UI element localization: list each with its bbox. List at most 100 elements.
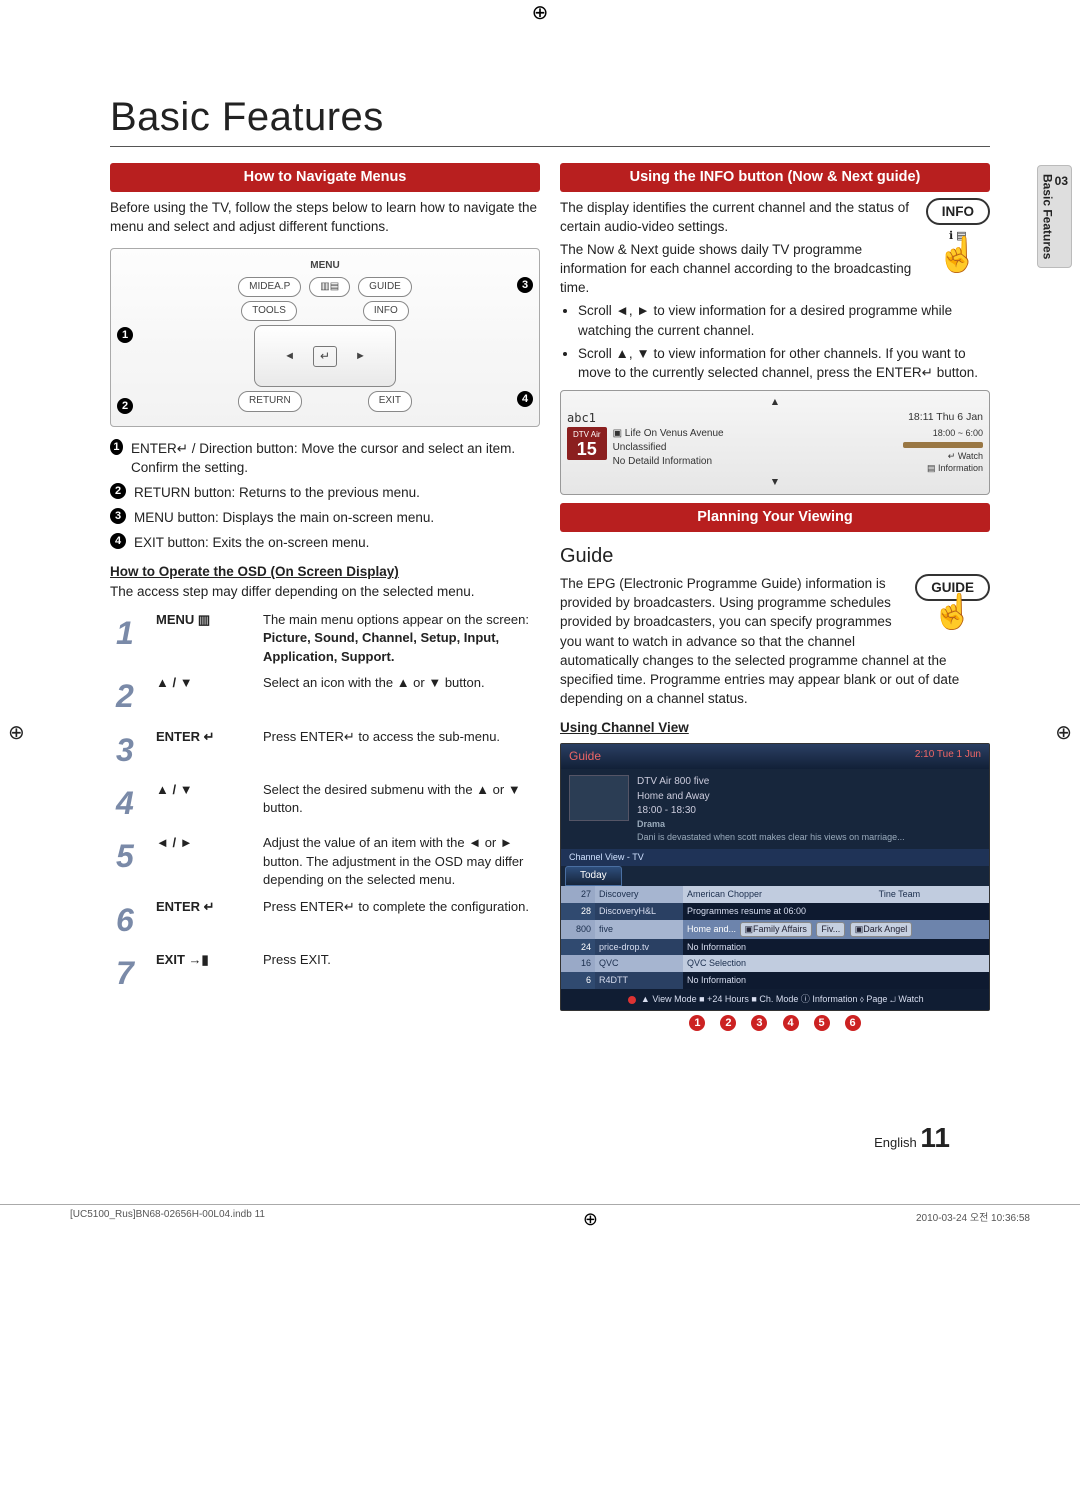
step-desc: Press EXIT. <box>257 947 540 1000</box>
dpad-left-icon: ◄ <box>284 349 295 365</box>
nn-prog-time: 18:00 ~ 6:00 <box>903 427 983 440</box>
epg-ch-num: 6 <box>561 972 595 989</box>
epg-legend: ▲ View Mode ■ +24 Hours ■ Ch. Mode ⓘ Inf… <box>561 989 989 1010</box>
crop-mark-bottom: ⊕ <box>583 1209 598 1230</box>
guide-heading: Guide <box>560 542 990 570</box>
side-tab: 03 Basic Features <box>1037 165 1072 268</box>
callout-num: 1 <box>110 439 123 455</box>
epg-ch-num: 28 <box>561 903 595 920</box>
step-label: ▲ / ▼ <box>150 670 257 723</box>
nav-intro: Before using the TV, follow the steps be… <box>110 198 540 236</box>
nn-channel-box: DTV Air 15 <box>567 427 607 460</box>
callout-text: EXIT button: Exits the on-screen menu. <box>134 533 369 552</box>
callout-text: RETURN button: Returns to the previous m… <box>134 483 420 502</box>
callout-text: MENU button: Displays the main on-screen… <box>134 508 434 527</box>
info-button-label: INFO <box>926 198 990 225</box>
nn-line1: Unclassified <box>613 441 903 455</box>
step-desc: Press ENTER↵ to complete the configurati… <box>257 894 540 947</box>
footer-lang: English <box>874 1135 917 1150</box>
nn-hint-info: ▤ Information <box>903 462 983 475</box>
nn-line2: No Detaild Information <box>613 455 903 469</box>
step-label: MENU ▥ <box>150 607 257 670</box>
step-label: EXIT →▮ <box>150 947 257 1000</box>
heading-planning: Planning Your Viewing <box>560 503 990 532</box>
dpad-right-icon: ► <box>355 349 366 365</box>
side-tab-label: Basic Features <box>1041 174 1055 259</box>
epg-section: Channel View - TV <box>561 849 989 866</box>
remote-btn-guide: GUIDE <box>358 277 412 297</box>
footer-page-num: 11 <box>920 1122 950 1153</box>
heading-info: Using the INFO button (Now & Next guide) <box>560 163 990 192</box>
epg-ch-name: Discovery <box>595 886 683 903</box>
epg-tab-today: Today <box>565 866 622 886</box>
nn-clock: 18:11 Thu 6 Jan <box>908 410 983 425</box>
epg-prog: QVC Selection <box>683 955 989 972</box>
callout-1-marker: 1 <box>117 327 133 343</box>
remote-btn-info: INFO <box>363 301 409 321</box>
remote-diagram: MENU MIDEA.P ▥▤ GUIDE 3 TOOLS INFO 1 ◄ <box>110 248 540 427</box>
step-label: ENTER ↵ <box>150 724 257 777</box>
epg-info-sub: Home and Away <box>637 790 905 804</box>
epg-ch-num: 24 <box>561 939 595 956</box>
nn-progress-bar <box>903 442 983 448</box>
now-next-preview: ▲ abc1 18:11 Thu 6 Jan DTV Air 15 ▣ Life… <box>560 390 990 495</box>
nn-ch-num: 15 <box>573 440 601 458</box>
callout-3-marker: 3 <box>517 277 533 293</box>
step-desc: Press ENTER↵ to access the sub-menu. <box>257 724 540 777</box>
callout-num: 4 <box>110 533 126 549</box>
remote-dpad: ◄ ↵ ► <box>254 325 396 387</box>
epg-grid: 27 Discovery American Chopper Tine Team … <box>561 886 989 989</box>
callout-num: 3 <box>110 508 126 524</box>
print-footer-left: [UC5100_Rus]BN68-02656H-00L04.indb 11 <box>70 1209 265 1230</box>
epg-info-genre: Drama <box>637 818 905 831</box>
osd-steps: 1 MENU ▥ The main menu options appear on… <box>110 607 540 1001</box>
callout-text: ENTER↵ / Direction button: Move the curs… <box>131 439 540 477</box>
step-label: ▲ / ▼ <box>150 777 257 830</box>
remote-btn-exit: EXIT <box>368 391 412 411</box>
info-bullet: Scroll ▲, ▼ to view information for othe… <box>578 344 990 382</box>
heading-navigate: How to Navigate Menus <box>110 163 540 192</box>
remote-btn-return: RETURN <box>238 391 302 411</box>
epg-title: Guide <box>569 748 601 765</box>
epg-ch-num: 800 <box>561 920 595 939</box>
step-desc: Adjust the value of an item with the ◄ o… <box>257 830 540 893</box>
info-bullet: Scroll ◄, ► to view information for a de… <box>578 301 990 339</box>
epg-prog: American Chopper <box>683 886 875 903</box>
nn-channel-head: abc1 <box>567 410 596 427</box>
epg-ch-name: R4DTT <box>595 972 683 989</box>
page-title: Basic Features <box>110 95 1030 140</box>
epg-prog: Tine Team <box>875 886 989 903</box>
step-num: 5 <box>110 830 150 893</box>
epg-legend-numbers: 1 2 3 4 5 6 <box>560 1013 990 1032</box>
epg-ch-name: price-drop.tv <box>595 939 683 956</box>
callout-2-marker: 2 <box>117 398 133 414</box>
epg-ch-name: DiscoveryH&L <box>595 903 683 920</box>
left-column: How to Navigate Menus Before using the T… <box>110 159 540 1032</box>
step-desc: Select an icon with the ▲ or ▼ button. <box>257 670 540 723</box>
step-desc: The main menu options appear on the scre… <box>263 612 529 627</box>
side-tab-number: 03 <box>1055 174 1068 188</box>
epg-clock: 2:10 Tue 1 Jun <box>915 748 981 765</box>
right-column: Using the INFO button (Now & Next guide)… <box>560 159 990 1032</box>
remote-menu-label: MENU <box>119 259 531 273</box>
remote-btn-menu: ▥▤ <box>309 277 350 297</box>
epg-thumbnail <box>569 775 629 821</box>
epg-prog: No Information <box>683 972 989 989</box>
dpad-enter-icon: ↵ <box>313 346 337 367</box>
step-num: 7 <box>110 947 150 1000</box>
epg-ch-name: five <box>595 920 683 939</box>
print-footer: [UC5100_Rus]BN68-02656H-00L04.indb 11 ⊕ … <box>0 1204 1080 1230</box>
hand-icon: ☝ <box>937 236 979 274</box>
step-desc: Select the desired submenu with the ▲ or… <box>257 777 540 830</box>
callout-num: 2 <box>110 483 126 499</box>
epg-prog: Programmes resume at 06:00 <box>683 903 989 920</box>
osd-heading: How to Operate the OSD (On Screen Displa… <box>110 562 540 581</box>
step-num: 4 <box>110 777 150 830</box>
print-footer-right: 2010-03-24 오전 10:36:58 <box>916 1209 1030 1230</box>
step-num: 1 <box>110 607 150 670</box>
callout-list: 1 ENTER↵ / Direction button: Move the cu… <box>110 439 540 553</box>
remote-btn-mideap: MIDEA.P <box>238 277 301 297</box>
step-num: 6 <box>110 894 150 947</box>
step-bold: Picture, Sound, Channel, Setup, Input, A… <box>263 630 499 663</box>
info-button-illustration: INFO ℹ ▤ ☝ <box>926 198 990 272</box>
